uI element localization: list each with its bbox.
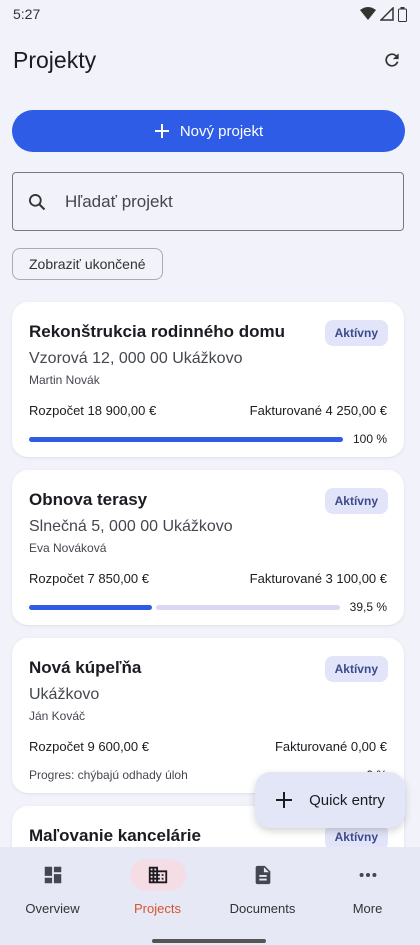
status-icons — [360, 6, 407, 22]
plus-icon — [154, 124, 169, 138]
project-budget: Rozpočet 9 600,00 € — [29, 739, 149, 754]
project-card[interactable]: Nová kúpeľňa Aktívny Ukážkovo Ján Kováč … — [12, 638, 404, 793]
quick-entry-label: Quick entry — [309, 791, 385, 809]
nav-item-more[interactable]: More — [315, 847, 420, 945]
new-project-label: Nový projekt — [179, 122, 264, 140]
status-time: 5:27 — [13, 6, 41, 22]
project-budget: Rozpočet 7 850,00 € — [29, 571, 149, 586]
project-address: Ukážkovo — [29, 686, 100, 703]
nav-label: Projects — [134, 901, 181, 916]
signal-icon — [380, 7, 394, 21]
project-invoiced: Fakturované 3 100,00 € — [249, 571, 387, 586]
project-person: Eva Nováková — [29, 541, 107, 555]
nav-item-documents[interactable]: Documents — [210, 847, 315, 945]
status-badge: Aktívny — [324, 320, 388, 346]
status-badge: Aktívny — [324, 656, 388, 682]
progress-note: Progres: chýbajú odhady úloh — [29, 768, 188, 782]
refresh-icon — [385, 53, 399, 67]
progress-bar — [29, 604, 340, 610]
nav-label: Documents — [229, 901, 296, 916]
status-badge: Aktívny — [324, 488, 388, 514]
project-invoiced: Fakturované 0,00 € — [274, 739, 387, 754]
project-budget: Rozpočet 18 900,00 € — [29, 403, 157, 418]
budget-row: Rozpočet 18 900,00 € Fakturované 4 250,0… — [29, 403, 387, 418]
progress-fill — [29, 604, 152, 610]
page-title: Projekty — [13, 46, 97, 73]
status-bar: 5:27 — [0, 0, 420, 28]
project-address: Vzorová 12, 000 00 Ukážkovo — [29, 350, 243, 367]
nav-item-overview[interactable]: Overview — [0, 847, 105, 945]
project-person: Martin Novák — [29, 373, 100, 387]
plus-icon — [276, 792, 293, 808]
search-icon — [29, 193, 46, 210]
budget-row: Rozpočet 7 850,00 € Fakturované 3 100,00… — [29, 571, 387, 586]
refresh-button[interactable] — [376, 44, 408, 76]
progress-row: 39,5 % — [29, 600, 387, 614]
progress-row: 100 % — [29, 432, 387, 446]
project-person: Ján Kováč — [29, 709, 86, 723]
project-invoiced: Fakturované 4 250,00 € — [249, 403, 387, 418]
search-field[interactable] — [12, 172, 404, 231]
battery-icon — [398, 6, 407, 22]
building-icon — [148, 866, 167, 884]
document-icon — [255, 865, 270, 885]
nav-item-projects[interactable]: Projects — [105, 847, 210, 945]
progress-bar — [29, 436, 343, 442]
nav-label: More — [352, 901, 383, 916]
wifi-icon — [360, 7, 376, 20]
new-project-button[interactable]: Nový projekt — [12, 110, 405, 152]
nav-label: Overview — [25, 901, 80, 916]
dashboard-icon — [44, 866, 61, 884]
home-indicator — [152, 939, 266, 943]
show-finished-button[interactable]: Zobraziť ukončené — [12, 248, 163, 280]
project-address: Slnečná 5, 000 00 Ukážkovo — [29, 518, 233, 535]
progress-fill — [29, 436, 343, 442]
bottom-navigation: Overview Projects Documents More — [0, 847, 420, 945]
progress-percent: 100 % — [352, 432, 387, 446]
search-input[interactable] — [65, 191, 365, 212]
progress-percent: 39,5 % — [349, 600, 387, 614]
project-card[interactable]: Rekonštrukcia rodinného domu Aktívny Vzo… — [12, 302, 404, 457]
more-horizontal-icon — [359, 872, 376, 878]
progress-remaining — [155, 604, 340, 610]
quick-entry-button[interactable]: Quick entry — [255, 772, 405, 828]
project-card[interactable]: Obnova terasy Aktívny Slnečná 5, 000 00 … — [12, 470, 404, 625]
top-app-bar: Projekty — [0, 40, 420, 80]
budget-row: Rozpočet 9 600,00 € Fakturované 0,00 € — [29, 739, 387, 754]
